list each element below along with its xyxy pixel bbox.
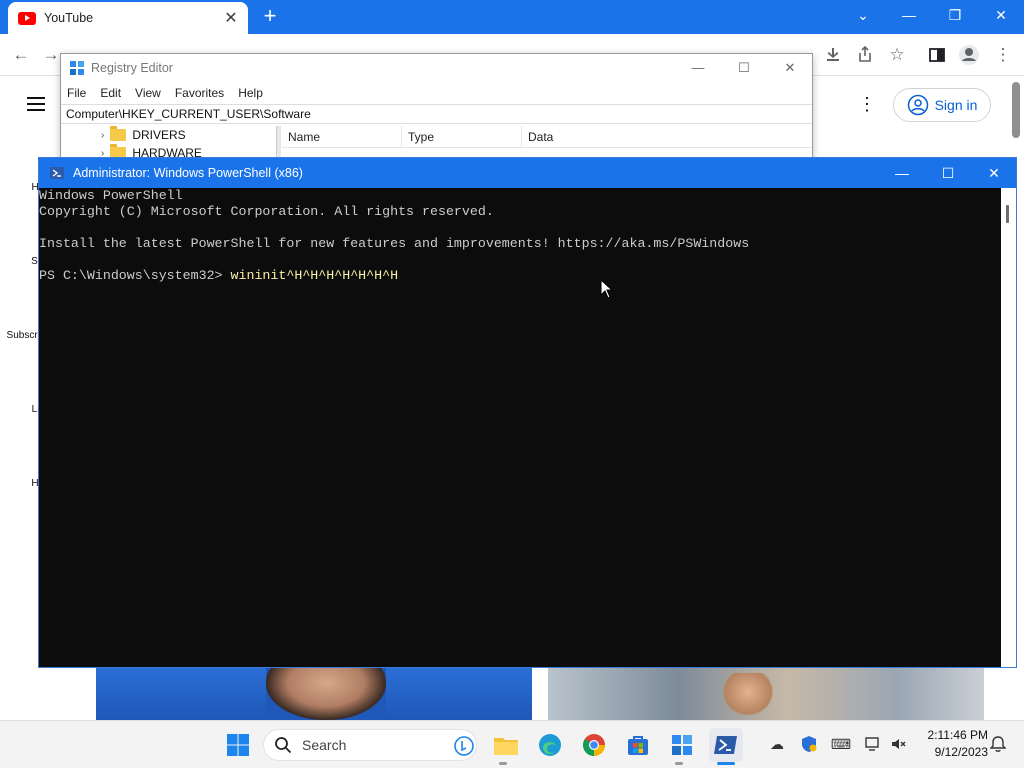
video-thumbnail[interactable]: [548, 667, 984, 720]
hamburger-menu-icon[interactable]: [26, 96, 46, 112]
search-icon: [275, 737, 292, 754]
browser-tab-strip: YouTube ✕ + ⌄ — ❐ ✕: [0, 0, 1024, 34]
regedit-menubar: File Edit View Favorites Help: [61, 82, 812, 104]
menu-edit[interactable]: Edit: [100, 86, 121, 100]
edge-browser-icon[interactable]: [533, 728, 567, 762]
tree-item-drivers[interactable]: › DRIVERS: [63, 126, 276, 144]
menu-view[interactable]: View: [135, 86, 161, 100]
regedit-minimize-button[interactable]: —: [675, 54, 721, 82]
registry-editor-icon: [70, 61, 84, 75]
file-explorer-icon[interactable]: [489, 728, 523, 762]
powershell-title: Administrator: Windows PowerShell (x86): [73, 166, 303, 180]
registry-editor-window[interactable]: Registry Editor — ☐ ✕ File Edit View Fav…: [60, 53, 813, 163]
notification-bell-icon[interactable]: [987, 732, 1009, 756]
powershell-taskbar-icon[interactable]: [709, 728, 743, 762]
clock-time: 2:11:46 PM: [927, 728, 988, 742]
regedit-maximize-button[interactable]: ☐: [721, 54, 767, 82]
search-placeholder: Search: [302, 737, 347, 753]
console-line: Copyright (C) Microsoft Corporation. All…: [39, 204, 494, 219]
console-prompt-line[interactable]: PS C:\Windows\system32> wininit^H^H^H^H^…: [39, 268, 1001, 284]
windows-logo-icon: [227, 734, 249, 756]
youtube-logo-icon: [18, 11, 36, 25]
powershell-icon: [50, 167, 64, 179]
regedit-close-button[interactable]: ✕: [767, 54, 813, 82]
column-data[interactable]: Data: [522, 126, 812, 148]
sign-in-button[interactable]: Sign in: [893, 88, 991, 122]
keyboard-icon[interactable]: ⌨: [830, 732, 852, 756]
folder-icon: [110, 126, 127, 141]
sign-in-label: Sign in: [934, 97, 978, 113]
powershell-maximize-button[interactable]: ☐: [925, 158, 971, 188]
console-scrollbar[interactable]: [1001, 188, 1016, 667]
console-output[interactable]: Windows PowerShell Copyright (C) Microso…: [39, 188, 1001, 667]
thumbnail-face-image: [266, 667, 386, 720]
security-shield-icon[interactable]: [798, 732, 820, 756]
menu-file[interactable]: File: [67, 86, 86, 100]
browser-minimize-button[interactable]: —: [886, 0, 932, 30]
mouse-cursor-icon: [600, 279, 612, 299]
share-icon[interactable]: [852, 42, 878, 68]
chrome-browser-icon[interactable]: [577, 728, 611, 762]
regedit-column-headers: Name Type Data: [282, 126, 812, 148]
onedrive-icon[interactable]: ☁: [766, 732, 788, 756]
profile-avatar-icon[interactable]: [956, 42, 982, 68]
bookmark-star-icon[interactable]: ☆: [884, 42, 910, 68]
new-tab-button[interactable]: +: [258, 4, 282, 28]
powershell-close-button[interactable]: ✕: [971, 158, 1017, 188]
page-scrollbar[interactable]: [1012, 82, 1020, 138]
download-icon[interactable]: [820, 42, 846, 68]
browser-restore-button[interactable]: ❐: [932, 0, 978, 30]
thumbnail-face-image: [718, 673, 778, 720]
microsoft-store-icon[interactable]: [621, 728, 655, 762]
back-icon[interactable]: ←: [8, 42, 34, 68]
column-name[interactable]: Name: [282, 126, 402, 148]
running-app-indicator: [675, 762, 683, 765]
registry-editor-taskbar-icon[interactable]: [665, 728, 699, 762]
youtube-settings-menu-icon[interactable]: ⋮: [858, 94, 876, 114]
tree-item-label: DRIVERS: [132, 128, 186, 142]
tab-close-icon[interactable]: ✕: [222, 8, 240, 28]
console-prompt: PS C:\Windows\system32>: [39, 268, 231, 283]
browser-close-button[interactable]: ✕: [978, 0, 1024, 30]
chevron-right-icon: ›: [101, 129, 105, 141]
video-thumbnail[interactable]: [96, 667, 532, 720]
regedit-title: Registry Editor: [91, 61, 173, 75]
tab-title: YouTube: [44, 11, 94, 25]
powershell-window[interactable]: Administrator: Windows PowerShell (x86) …: [38, 157, 1017, 668]
taskbar-clock[interactable]: 2:11:46 PM 9/12/2023: [914, 727, 988, 761]
tab-youtube[interactable]: YouTube ✕: [8, 2, 248, 34]
bing-chat-icon[interactable]: [454, 736, 474, 756]
running-app-indicator: [499, 762, 507, 765]
regedit-address-bar[interactable]: Computer\HKEY_CURRENT_USER\Software: [61, 104, 812, 124]
side-panel-icon[interactable]: [924, 42, 950, 68]
console-line: Windows PowerShell: [39, 188, 183, 203]
network-icon[interactable]: [862, 732, 884, 756]
volume-muted-icon[interactable]: [888, 732, 910, 756]
column-type[interactable]: Type: [402, 126, 522, 148]
taskbar-search-box[interactable]: Search: [263, 729, 477, 761]
chrome-menu-icon[interactable]: ⋮: [990, 42, 1016, 68]
tab-search-dropdown-icon[interactable]: ⌄: [840, 0, 886, 30]
scrollbar-thumb[interactable]: [1006, 205, 1009, 223]
menu-help[interactable]: Help: [238, 86, 263, 100]
powershell-titlebar[interactable]: Administrator: Windows PowerShell (x86): [39, 158, 1016, 188]
active-app-indicator: [717, 762, 735, 765]
start-button[interactable]: [221, 728, 255, 762]
console-command-input[interactable]: wininit^H^H^H^H^H^H^H: [231, 268, 399, 283]
menu-favorites[interactable]: Favorites: [175, 86, 224, 100]
account-icon: [907, 94, 928, 116]
console-line: Install the latest PowerShell for new fe…: [39, 236, 750, 251]
clock-date: 9/12/2023: [934, 745, 988, 759]
powershell-minimize-button[interactable]: —: [879, 158, 925, 188]
